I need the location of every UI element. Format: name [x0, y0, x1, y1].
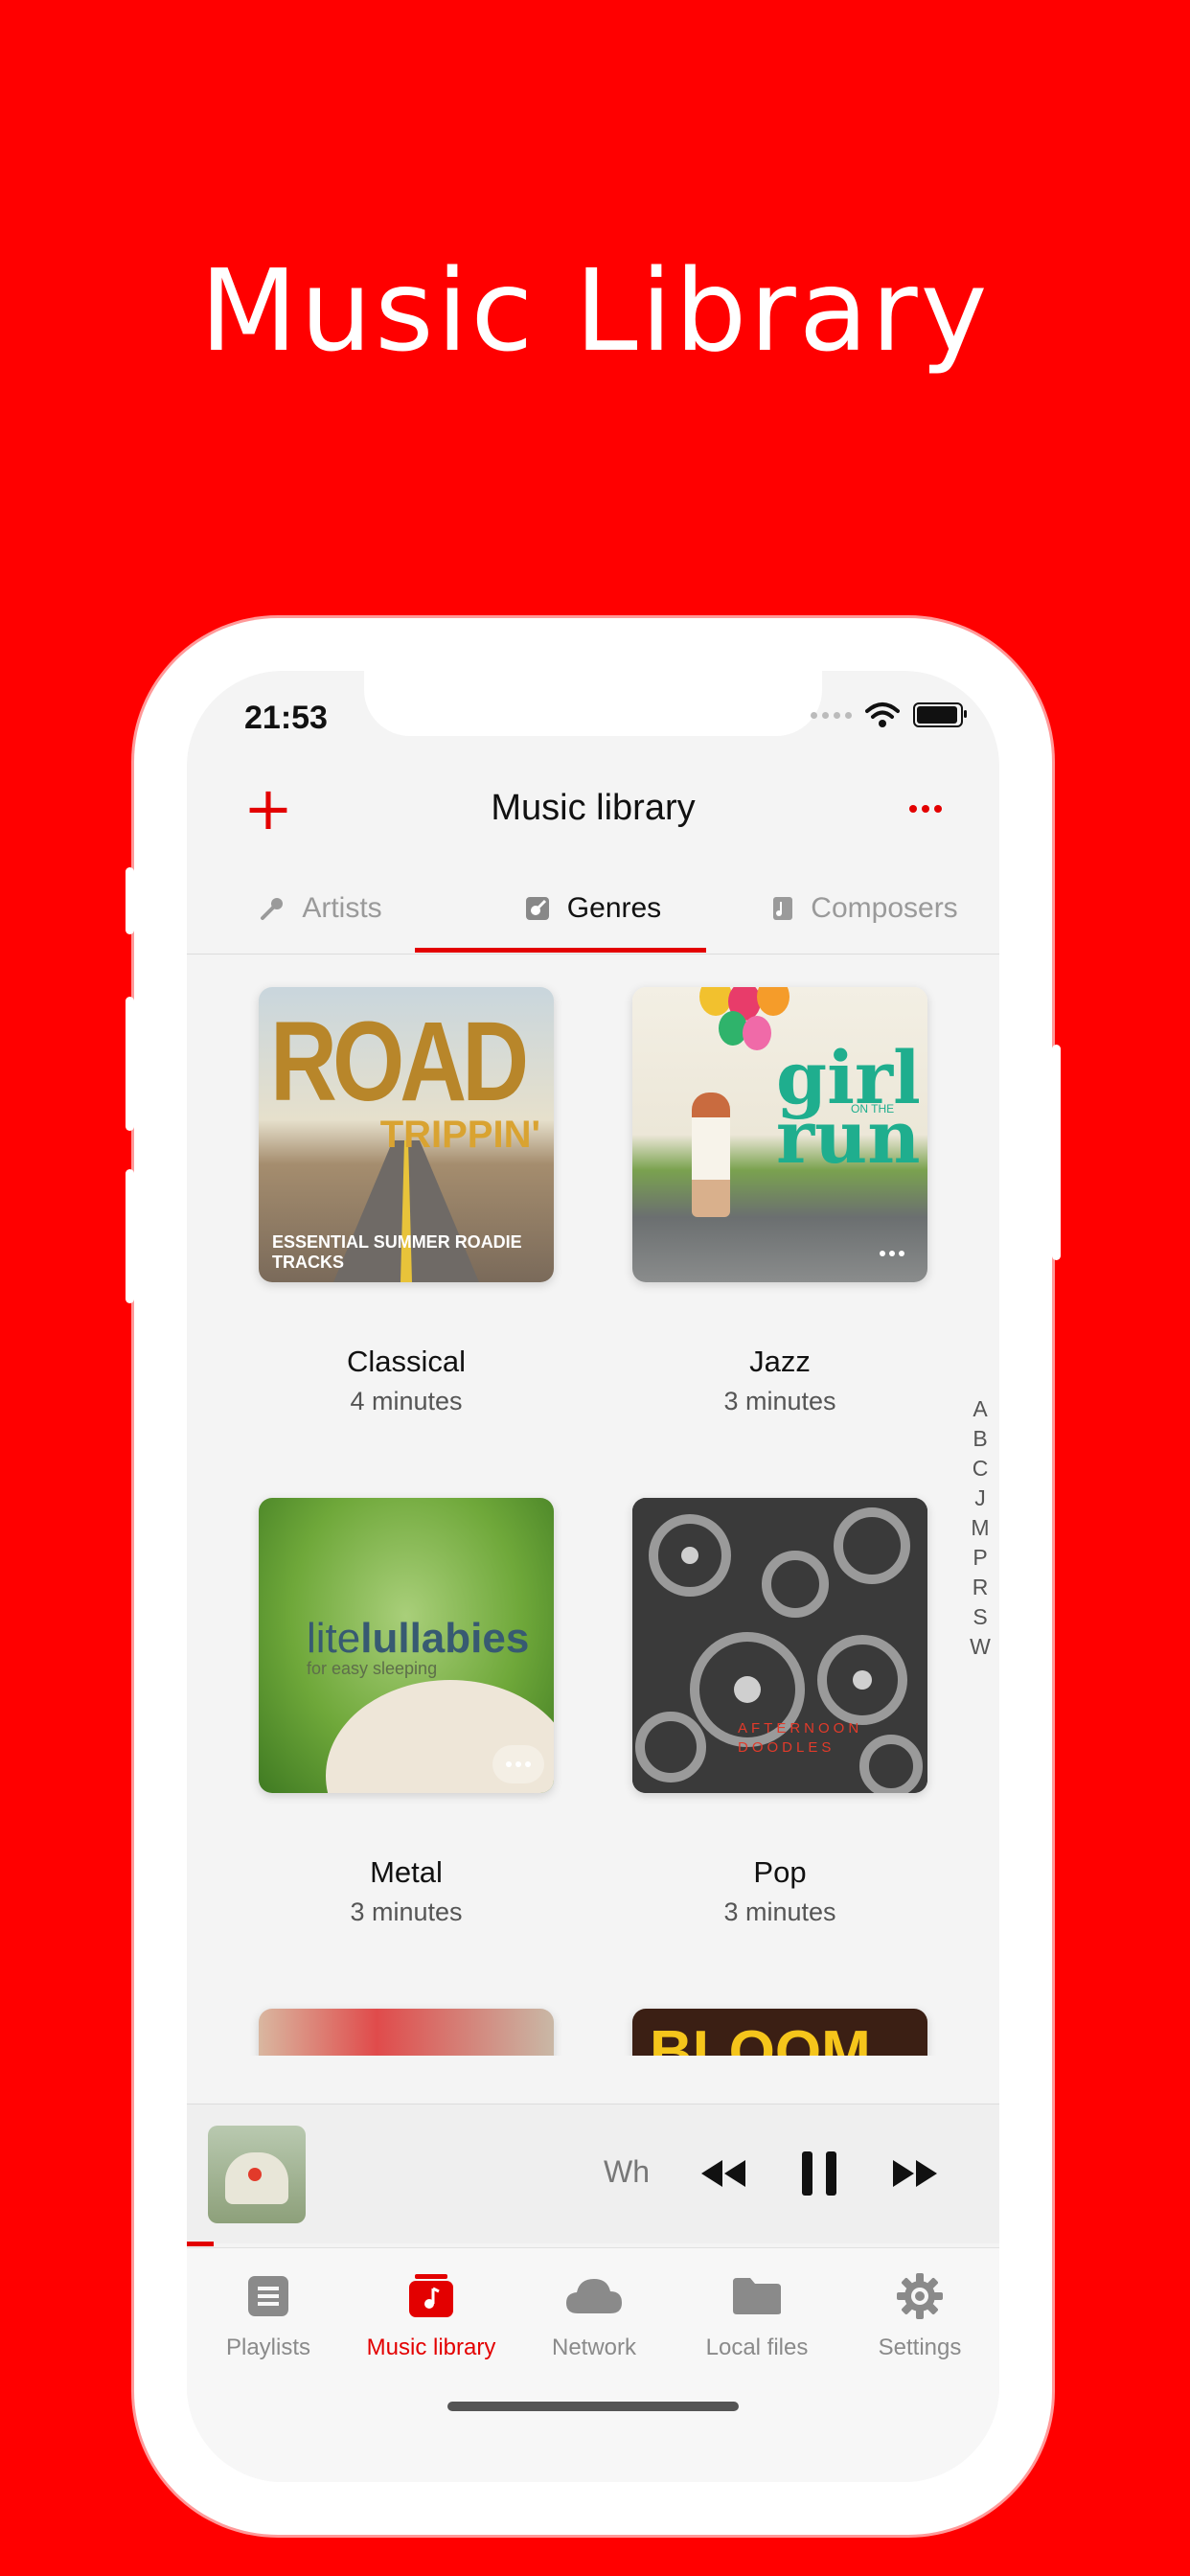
alphabet-index[interactable]: A B C J M P R S W: [967, 1394, 994, 1662]
index-letter[interactable]: P: [967, 1543, 994, 1573]
volume-up-button: [126, 997, 134, 1131]
album-more-button[interactable]: [866, 1234, 918, 1273]
cover-text: BLOOM: [650, 2019, 871, 2056]
tab-network[interactable]: Network: [513, 2267, 675, 2361]
index-letter[interactable]: C: [967, 1454, 994, 1484]
genre-grid: ROAD TRIPPIN' ESSENTIAL SUMMER ROADIE TR…: [187, 954, 999, 2056]
tab-local-files-label: Local files: [705, 2334, 809, 2360]
cover-text: run: [776, 1094, 921, 1180]
index-letter[interactable]: S: [967, 1602, 994, 1632]
album-cover[interactable]: AFTERNOON DOODLES: [632, 1498, 927, 1793]
genre-title: Pop: [753, 1855, 807, 1889]
genre-tile-pop[interactable]: AFTERNOON DOODLES Pop 3 minutes: [632, 1498, 927, 1927]
rewind-button[interactable]: [695, 2145, 752, 2202]
index-letter[interactable]: B: [967, 1424, 994, 1454]
tab-genres-label: Genres: [566, 891, 662, 924]
guitar-icon: [525, 896, 549, 920]
phone-frame: 21:53 + Music library Artists Genres Com…: [126, 618, 1061, 2535]
index-letter[interactable]: J: [967, 1484, 994, 1513]
genre-title: Classical: [346, 1345, 467, 1378]
album-more-button[interactable]: [492, 1745, 544, 1783]
home-indicator: [447, 2402, 739, 2411]
cover-text-lullabies: lullabies: [360, 1615, 530, 1662]
tab-settings[interactable]: Settings: [838, 2267, 999, 2361]
status-indicators: [811, 702, 967, 728]
folder-icon: [733, 2278, 781, 2314]
library-tabs: Artists Genres Composers: [187, 862, 999, 954]
tab-composers-label: Composers: [811, 891, 958, 924]
cover-text: AFTERNOON: [738, 1720, 863, 1736]
tab-genres[interactable]: Genres: [455, 862, 731, 954]
playback-progress-bar: [187, 2242, 214, 2246]
list-icon: [248, 2276, 288, 2316]
tab-network-label: Network: [551, 2334, 637, 2360]
index-letter[interactable]: R: [967, 1573, 994, 1602]
pause-icon: [802, 2151, 836, 2196]
tab-playlists[interactable]: Playlists: [187, 2267, 350, 2361]
fast-forward-button[interactable]: [886, 2145, 944, 2202]
battery-icon: [913, 702, 967, 727]
navigation-bar: + Music library: [187, 767, 999, 853]
mini-player[interactable]: Wh: [187, 2104, 999, 2243]
cover-text: for easy sleeping: [307, 1659, 438, 1678]
status-time: 21:53: [244, 700, 328, 736]
girl-figure: [692, 1092, 730, 1217]
tab-music-library-label: Music library: [366, 2334, 496, 2360]
now-playing-artwork[interactable]: [208, 2126, 306, 2223]
index-letter[interactable]: M: [967, 1513, 994, 1543]
album-cover[interactable]: BLOOM: [632, 2009, 927, 2056]
album-cover[interactable]: ROAD TRIPPIN' ESSENTIAL SUMMER ROADIE TR…: [259, 987, 554, 1282]
wifi-icon: [865, 702, 900, 727]
gear-icon: [897, 2273, 943, 2319]
genre-duration: 4 minutes: [350, 1387, 463, 1415]
genre-tile-metal[interactable]: litelullabies for easy sleeping Metal 3 …: [259, 1498, 554, 1927]
tab-artists[interactable]: Artists: [187, 862, 455, 954]
page-title: Music library: [491, 788, 696, 828]
genre-tile-classical[interactable]: ROAD TRIPPIN' ESSENTIAL SUMMER ROADIE TR…: [259, 987, 554, 1416]
cover-text-lite: lite: [307, 1615, 361, 1662]
volume-down-button: [126, 1169, 134, 1303]
cover-text: ROAD: [270, 999, 529, 1125]
active-tab-indicator: [415, 948, 706, 953]
album-cover[interactable]: litelullabies for easy sleeping: [259, 1498, 554, 1793]
genre-title: Metal: [370, 1855, 443, 1889]
index-letter[interactable]: A: [967, 1394, 994, 1424]
genre-duration: 3 minutes: [723, 1898, 836, 1926]
tab-settings-label: Settings: [878, 2334, 962, 2360]
tab-playlists-label: Playlists: [225, 2334, 311, 2360]
app-screen: 21:53 + Music library Artists Genres Com…: [187, 671, 999, 2482]
rewind-icon: [701, 2160, 745, 2187]
album-cover[interactable]: [259, 2009, 554, 2056]
hero-title: Music Library: [199, 244, 991, 377]
cloud-icon: [566, 2279, 622, 2313]
tab-composers[interactable]: Composers: [731, 862, 999, 954]
cellular-signal-icon: [811, 711, 852, 719]
microphone-icon: [261, 897, 284, 920]
fast-forward-icon: [893, 2160, 937, 2187]
mute-switch: [126, 867, 134, 934]
now-playing-title: Wh: [604, 2154, 650, 2189]
cover-text: DOODLES: [738, 1739, 835, 1756]
power-button: [1052, 1045, 1061, 1260]
genre-duration: 3 minutes: [350, 1898, 463, 1926]
bottom-tab-bar: Playlists Music library Network Local fi…: [187, 2247, 999, 2482]
pause-button[interactable]: [790, 2145, 848, 2202]
more-options-button[interactable]: [909, 805, 942, 813]
genre-tile-partial-left[interactable]: [259, 2009, 554, 2056]
genre-duration: 3 minutes: [723, 1387, 836, 1415]
index-letter[interactable]: W: [967, 1632, 994, 1662]
cover-text: TRIPPIN': [379, 1114, 540, 1156]
genre-tile-jazz[interactable]: girl ON THE run Jazz 3 minutes: [632, 987, 927, 1416]
genre-title: Jazz: [749, 1345, 811, 1378]
music-library-icon: [409, 2274, 453, 2317]
album-cover[interactable]: girl ON THE run: [632, 987, 927, 1282]
tab-local-files[interactable]: Local files: [675, 2267, 838, 2361]
music-sheet-icon: [773, 896, 793, 920]
genre-tile-partial-right[interactable]: BLOOM: [632, 2009, 927, 2056]
tab-music-library[interactable]: Music library: [350, 2267, 513, 2361]
cover-text: litelullabies: [307, 1615, 529, 1663]
notch: [364, 671, 822, 736]
tab-artists-label: Artists: [302, 891, 382, 924]
cover-text: ESSENTIAL SUMMER ROADIE TRACKS: [272, 1232, 522, 1272]
